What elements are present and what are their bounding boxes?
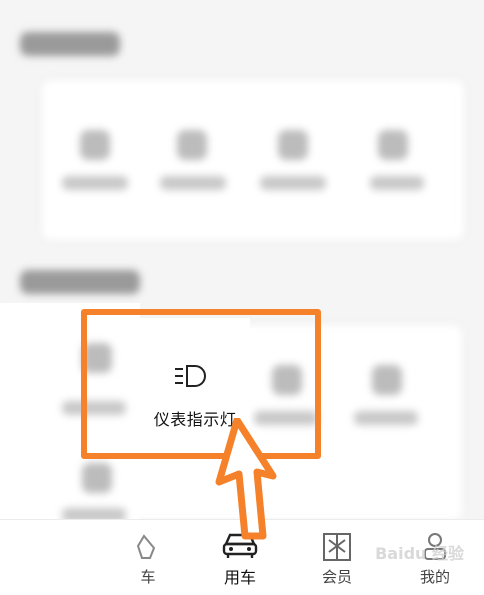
left-icon-2	[82, 463, 112, 493]
tab-car-label: 车	[140, 568, 156, 586]
card1-text-4	[370, 176, 424, 190]
tab-use-car-label: 用车	[223, 568, 256, 587]
tab-profile-label: 我的	[419, 568, 450, 586]
tab-car[interactable]: 车	[128, 532, 168, 587]
tab-membership[interactable]: 会员	[316, 532, 358, 587]
gift-box-icon	[323, 533, 351, 561]
pointer-arrow-icon	[215, 418, 277, 540]
watermark: Baidu 经验	[375, 544, 464, 563]
section-title-1	[20, 32, 120, 56]
card2-icon-2	[372, 365, 402, 395]
card1-icon-4	[378, 130, 408, 160]
feature-card-1	[42, 80, 464, 240]
card2-text-2	[354, 411, 418, 425]
card1-text-2	[160, 176, 226, 190]
card1-text-1	[62, 176, 128, 190]
tab-membership-label: 会员	[321, 568, 352, 586]
car-alert-icon	[136, 534, 156, 559]
card1-text-3	[260, 176, 326, 190]
card1-icon-2	[177, 130, 207, 160]
card1-icon-3	[278, 130, 308, 160]
highlight-box	[81, 309, 321, 459]
card1-icon-1	[80, 130, 110, 160]
section-title-2	[20, 270, 140, 294]
